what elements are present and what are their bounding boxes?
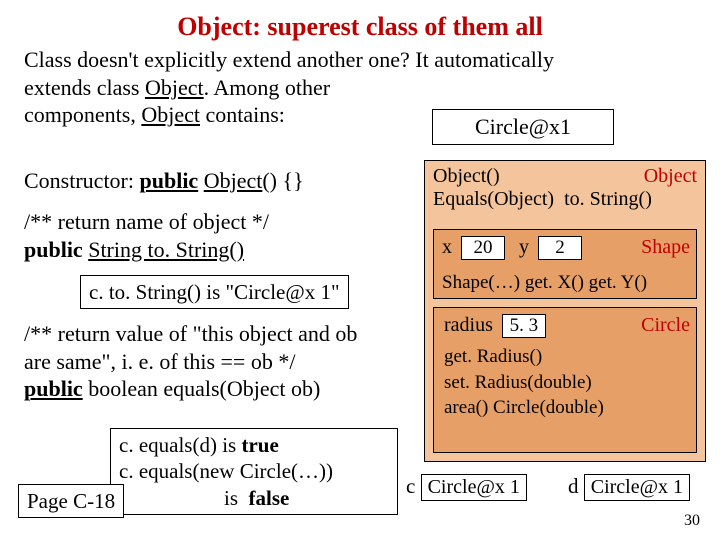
shape-x-value: 20 xyxy=(461,236,505,260)
circle-instance-id-box: Circle@x1 xyxy=(432,109,614,145)
shape-class-label: Shape xyxy=(641,236,690,259)
equals-line-3a: is xyxy=(119,486,249,510)
equals-result-callout: c. equals(d) is true c. equals(new Circl… xyxy=(110,428,398,515)
equals-false: false xyxy=(249,486,290,510)
constructor-line: Constructor: public Object() {} xyxy=(24,168,414,194)
intro-line-1: Class doesn't explicitly extend another … xyxy=(24,47,554,72)
variable-c: c Circle@x 1 xyxy=(406,474,527,501)
shape-fields: x 20 y 2 xyxy=(442,236,586,260)
circle-fields: radius 5. 3 xyxy=(444,314,550,338)
object-diagram: Object() Equals(Object) to. String() Obj… xyxy=(424,160,706,462)
tostring-public-kw: public xyxy=(24,237,88,262)
equals-line-2: c. equals(new Circle(…)) xyxy=(119,459,333,483)
equals-decl: /** return value of "this object and ob … xyxy=(24,320,414,403)
tostring-decl: /** return name of object */ public Stri… xyxy=(24,208,414,263)
intro-object-2: Object xyxy=(141,102,200,127)
tostring-sig: String to. String() xyxy=(88,237,244,262)
intro-line-2a: extends class xyxy=(24,75,145,100)
circle-diagram: Circle radius 5. 3 get. Radius() set. Ra… xyxy=(433,307,697,453)
var-d-value: Circle@x 1 xyxy=(584,474,690,501)
intro-line-3c: contains: xyxy=(200,102,285,127)
constructor-public-kw: public xyxy=(140,168,199,193)
tostring-result-callout: c. to. String() is "Circle@x 1" xyxy=(80,275,349,309)
equals-sig: boolean equals(Object ob) xyxy=(83,376,321,401)
page-ref-callout: Page C-18 xyxy=(18,484,124,518)
circle-methods: get. Radius() set. Radius(double) area()… xyxy=(444,344,690,421)
var-c-value: Circle@x 1 xyxy=(421,474,527,501)
object-equals-method: Equals(Object) xyxy=(433,188,554,210)
slide-title: Object: superest class of them all xyxy=(0,12,720,42)
equals-comment-2: are same", i. e. of this == ob */ xyxy=(24,349,295,374)
object-class-label: Object xyxy=(644,165,697,188)
variable-d: d Circle@x 1 xyxy=(568,474,690,501)
intro-line-2c: . Among other xyxy=(204,75,331,100)
circle-radius-value: 5. 3 xyxy=(502,314,546,338)
circle-setradius: set. Radius(double) xyxy=(444,372,592,393)
slide-number: 30 xyxy=(684,512,700,530)
shape-y-value: 2 xyxy=(538,236,582,260)
var-c-name: c xyxy=(406,474,415,498)
object-ctor-method: Object() xyxy=(433,165,500,187)
circle-radius-label: radius xyxy=(444,314,493,336)
equals-public-kw: public xyxy=(24,376,83,401)
equals-true: true xyxy=(241,433,278,457)
intro-object-1: Object xyxy=(145,75,204,100)
equals-comment-1: /** return value of "this object and ob xyxy=(24,321,357,346)
constructor-tail: () {} xyxy=(262,168,303,193)
shape-y-label: y xyxy=(519,236,529,258)
circle-area-ctor: area() Circle(double) xyxy=(444,397,604,418)
intro-line-3a: components, xyxy=(24,102,141,127)
shape-diagram: Shape x 20 y 2 Shape(…) get. X() get. Y(… xyxy=(433,229,697,299)
tostring-comment: /** return name of object */ xyxy=(24,209,269,234)
shape-x-label: x xyxy=(442,236,452,258)
circle-getradius: get. Radius() xyxy=(444,346,542,367)
shape-methods: Shape(…) get. X() get. Y() xyxy=(442,272,690,294)
circle-class-label: Circle xyxy=(641,314,690,337)
slide: Object: superest class of them all Class… xyxy=(0,0,720,540)
equals-line-1a: c. equals(d) is xyxy=(119,433,241,457)
object-tostring-method: to. String() xyxy=(564,188,652,210)
constructor-object: Object xyxy=(204,168,263,193)
var-d-name: d xyxy=(568,474,579,498)
constructor-label: Constructor: xyxy=(24,168,140,193)
